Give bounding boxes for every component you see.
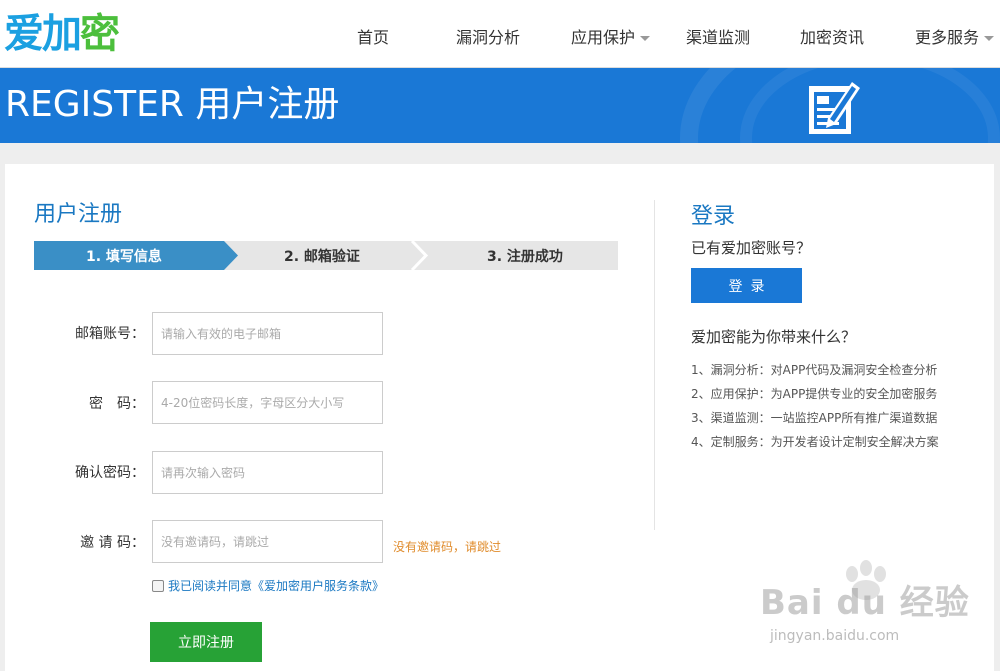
logo-text-b: 密 xyxy=(80,11,120,57)
step-register-success: 3. 注册成功 xyxy=(487,249,563,265)
terms-agreement[interactable]: 我已阅读并同意《爱加密用户服务条款》 xyxy=(152,577,384,594)
nav-vuln-analysis[interactable]: 漏洞分析 xyxy=(456,24,520,48)
step-fill-info: 1. 填写信息 xyxy=(86,249,162,265)
confirm-password-field[interactable] xyxy=(152,451,383,494)
register-submit-button[interactable]: 立即注册 xyxy=(150,622,262,662)
nav-news[interactable]: 加密资讯 xyxy=(800,24,864,48)
chevron-down-icon xyxy=(640,36,651,41)
banner-title: REGISTER 用户注册 xyxy=(5,84,340,125)
email-field[interactable] xyxy=(152,312,383,355)
login-button[interactable]: 登录 xyxy=(691,268,802,303)
watermark-brand: Bai du 经验 xyxy=(760,583,970,623)
nav-channel-monitor[interactable]: 渠道监测 xyxy=(686,24,750,48)
logo-text-a: 爱加 xyxy=(4,11,82,57)
benefit-item: 3、渠道监测：一站监控APP所有推广渠道数据 xyxy=(691,411,938,425)
terms-checkbox[interactable] xyxy=(152,579,164,592)
login-section-title: 登录 xyxy=(691,204,736,229)
chevron-down-icon xyxy=(984,36,995,41)
terms-link[interactable]: 我已阅读并同意《爱加密用户服务条款》 xyxy=(168,577,384,594)
nav-home[interactable]: 首页 xyxy=(357,24,389,48)
login-subtitle: 已有爱加密账号？ xyxy=(691,239,812,257)
invite-code-hint: 没有邀请码，请跳过 xyxy=(393,540,502,554)
benefits-question: 爱加密能为你带来什么？ xyxy=(691,328,857,346)
invite-code-label: 邀 请 码： xyxy=(80,535,145,551)
email-label: 邮箱账号： xyxy=(75,326,145,342)
password-field[interactable] xyxy=(152,381,383,424)
column-divider xyxy=(654,200,655,530)
benefit-item: 2、应用保护：为APP提供专业的安全加密服务 xyxy=(691,387,938,401)
invite-code-field[interactable] xyxy=(152,520,383,563)
register-steps: 1. 填写信息 2. 邮箱验证 3. 注册成功 xyxy=(34,241,618,270)
register-form-icon xyxy=(809,82,860,134)
top-navbar: 爱加密 首页 漏洞分析 应用保护 渠道监测 加密资讯 更多服务 xyxy=(0,0,1000,68)
confirm-password-label: 确认密码： xyxy=(75,465,145,481)
benefit-item: 1、漏洞分析：对APP代码及漏洞安全检查分析 xyxy=(691,363,938,377)
nav-app-protect[interactable]: 应用保护 xyxy=(571,24,651,48)
form-title: 用户注册 xyxy=(34,202,123,227)
page-banner: REGISTER 用户注册 xyxy=(0,68,1000,143)
benefit-item: 4、定制服务：为开发者设计定制安全解决方案 xyxy=(691,435,939,449)
step-email-verify: 2. 邮箱验证 xyxy=(284,249,360,265)
nav-more-services-label: 更多服务 xyxy=(915,28,980,47)
nav-app-protect-label: 应用保护 xyxy=(571,28,636,47)
banner-decoration xyxy=(740,68,1000,143)
nav-more-services[interactable]: 更多服务 xyxy=(915,24,995,48)
password-label: 密 码： xyxy=(89,396,145,412)
site-logo[interactable]: 爱加密 xyxy=(4,11,120,57)
watermark-url: jingyan.baidu.com xyxy=(770,628,900,644)
